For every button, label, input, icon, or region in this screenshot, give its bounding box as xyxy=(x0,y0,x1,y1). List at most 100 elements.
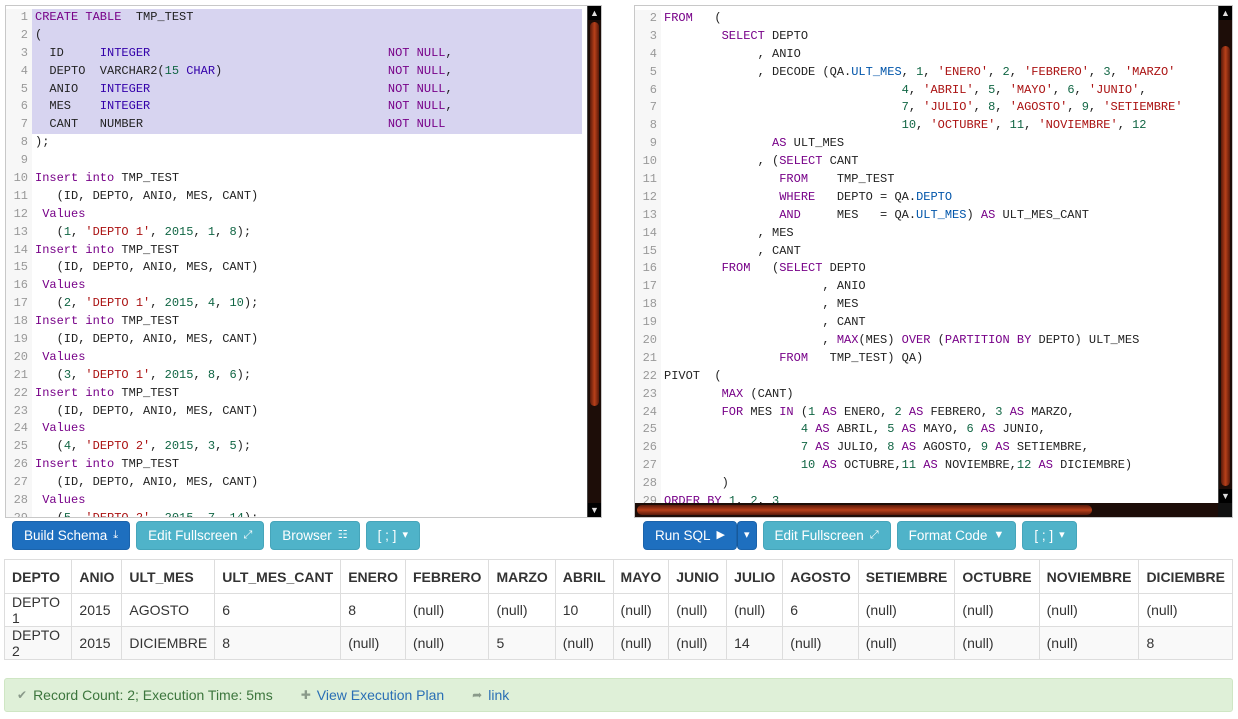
code-token: , xyxy=(995,82,1010,97)
schema-scroll-thumb[interactable] xyxy=(590,22,599,406)
check-icon: ✔ xyxy=(17,688,28,702)
code-token: , xyxy=(193,224,208,239)
code-token: 11 xyxy=(901,458,917,473)
code-token: CANT xyxy=(822,154,859,169)
query-scroll-thumb[interactable] xyxy=(1221,46,1230,486)
line-text: (2, 'DEPTO 1', 2015, 4, 10); xyxy=(32,295,259,313)
line-number: 16 xyxy=(635,260,661,279)
line-text: Insert into TMP_TEST xyxy=(32,313,179,331)
delimiter-dropdown-button[interactable]: [ ; ] ▾ xyxy=(1022,521,1077,550)
code-token: 'JUNIO' xyxy=(1088,82,1140,97)
run-sql-options-button[interactable]: ▾ xyxy=(737,521,757,550)
scroll-up-arrow-icon[interactable]: ▲ xyxy=(588,6,601,20)
column-header: JULIO xyxy=(726,559,784,594)
line-text: , CANT xyxy=(661,243,801,261)
code-token: AS xyxy=(815,422,830,437)
code-token: , xyxy=(71,224,86,239)
column-header: MAYO xyxy=(612,559,670,594)
line-text: FROM TMP_TEST) QA) xyxy=(661,350,923,368)
code-token: ); xyxy=(243,296,259,311)
edit-fullscreen-button[interactable]: Edit Fullscreen ⤢ xyxy=(136,521,265,550)
code-token: 14 xyxy=(229,511,243,517)
query-hscroll-thumb[interactable] xyxy=(637,505,1092,515)
browser-button[interactable]: Browser ☷ xyxy=(270,521,360,550)
code-token: , xyxy=(445,45,453,60)
table-cell: DEPTO 1 xyxy=(3,593,73,627)
code-token: 11 xyxy=(1009,118,1025,133)
query-vertical-scrollbar[interactable]: ▲ ▼ xyxy=(1218,6,1232,503)
line-text: Values xyxy=(32,349,85,367)
line-number: 8 xyxy=(6,134,32,153)
line-number: 26 xyxy=(6,456,32,475)
query-code-area[interactable]: 2 FROM (3 SELECT DEPTO 4 , ANIO 5 , DECODE … xyxy=(635,6,1218,503)
line-number: 20 xyxy=(6,348,32,367)
format-code-button[interactable]: Format Code ▼ xyxy=(896,521,1017,550)
code-token: , xyxy=(150,296,165,311)
column-header: JUNIO xyxy=(668,559,728,594)
schema-editor[interactable]: 1 CREATE TABLE TMP_TEST 2(3 ID INTEGER NOT… xyxy=(5,5,602,518)
column-header: DEPTO xyxy=(3,559,73,594)
code-token: AS xyxy=(923,458,938,473)
code-token: 'MAYO' xyxy=(1009,82,1053,97)
line-number: 29 xyxy=(635,493,661,503)
code-line: 24 Values xyxy=(6,420,587,439)
line-text: CANT NUMBER NOT NULL xyxy=(32,116,582,135)
edit-fullscreen-button[interactable]: Edit Fullscreen ⤢ xyxy=(762,521,891,550)
code-line: 18 Insert into TMP_TEST xyxy=(6,313,587,332)
line-number: 25 xyxy=(6,438,32,457)
permalink-link[interactable]: link xyxy=(488,687,509,703)
browser-label: Browser xyxy=(282,528,332,543)
code-token: AS xyxy=(901,422,917,437)
code-line: 29 (5, 'DEPTO 2', 2015, 7, 14); xyxy=(6,509,587,517)
column-header: ANIO xyxy=(71,559,123,594)
code-token: FROM xyxy=(779,172,809,187)
code-token: NOT NULL xyxy=(387,45,446,60)
line-text: FROM TMP_TEST xyxy=(661,171,894,189)
query-editor[interactable]: 2 FROM (3 SELECT DEPTO 4 , ANIO 5 , DECODE … xyxy=(634,5,1233,518)
schema-code-area[interactable]: 1 CREATE TABLE TMP_TEST 2(3 ID INTEGER NOT… xyxy=(6,6,587,517)
code-token: 9 xyxy=(980,440,989,455)
line-number: 11 xyxy=(635,171,661,189)
code-token: , ANIO xyxy=(664,279,866,294)
code-line: 26 Insert into TMP_TEST xyxy=(6,456,587,475)
code-line: 26 7 AS JULIO, 8 AS AGOSTO, 9 AS SETIEMB… xyxy=(635,439,1218,458)
scroll-up-arrow-icon[interactable]: ▲ xyxy=(1219,6,1232,20)
code-token: PARTITION BY xyxy=(944,333,1032,348)
line-number: 23 xyxy=(6,402,32,421)
table-cell: (null) xyxy=(726,593,784,627)
code-token: 'JULIO' xyxy=(923,100,974,115)
caret-down-icon: ▾ xyxy=(402,529,408,541)
code-token: FOR xyxy=(721,404,744,419)
schema-vertical-scrollbar[interactable]: ▲ ▼ xyxy=(587,6,601,517)
line-text: Values xyxy=(32,492,85,510)
line-text: (4, 'DEPTO 2', 2015, 3, 5); xyxy=(32,438,251,456)
query-horizontal-scrollbar[interactable] xyxy=(635,503,1218,517)
code-token: ); xyxy=(244,511,258,517)
download-icon: ⤓ xyxy=(113,529,119,541)
code-line: 25 (4, 'DEPTO 2', 2015, 3, 5); xyxy=(6,438,587,457)
view-execution-plan-link[interactable]: View Execution Plan xyxy=(317,687,444,703)
delimiter-label: [ ; ] xyxy=(1034,528,1054,543)
code-token: AS xyxy=(980,207,996,222)
code-token: OVER xyxy=(901,333,931,348)
code-token: ULT_MES xyxy=(786,136,845,151)
line-number: 18 xyxy=(6,313,32,332)
scroll-down-arrow-icon[interactable]: ▼ xyxy=(588,503,601,517)
code-token: 12 xyxy=(1132,118,1147,133)
scroll-down-arrow-icon[interactable]: ▼ xyxy=(1219,489,1232,503)
code-line: 3 SELECT DEPTO xyxy=(635,27,1218,46)
table-cell: (null) xyxy=(857,593,956,627)
code-token: SETIEMBRE, xyxy=(1009,440,1089,455)
code-token: 2015 xyxy=(164,367,194,382)
line-number: 14 xyxy=(6,241,32,260)
build-schema-button[interactable]: Build Schema ⤓ xyxy=(12,521,131,550)
code-token: ANIO xyxy=(35,81,100,96)
table-cell: (null) xyxy=(1138,593,1233,627)
run-sql-button[interactable]: Run SQL ▶ xyxy=(643,521,737,550)
code-token: TMP_TEST xyxy=(114,457,180,472)
delimiter-dropdown-button[interactable]: [ ; ] ▾ xyxy=(365,521,420,550)
